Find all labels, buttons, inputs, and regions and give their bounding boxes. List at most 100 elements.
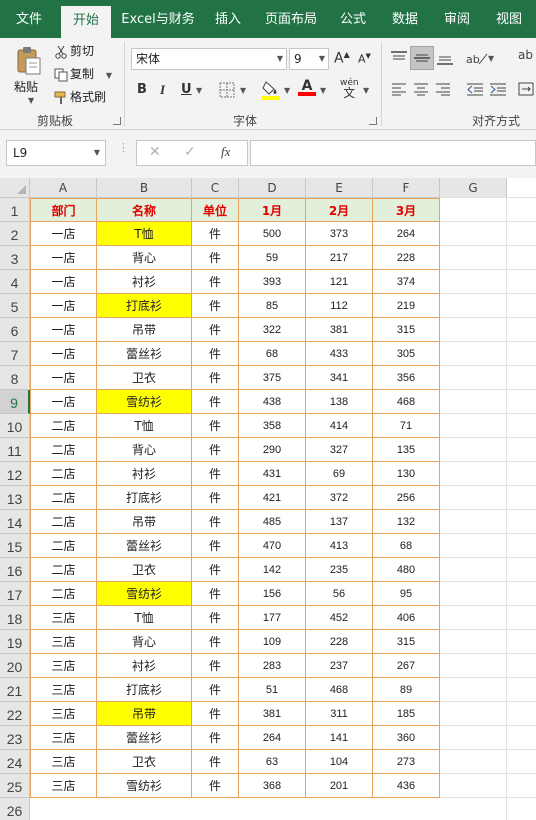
table-cell-m3[interactable]: 356 — [373, 366, 440, 390]
header-cell[interactable]: 名称 — [97, 198, 192, 222]
table-cell-unit[interactable]: 件 — [192, 678, 239, 702]
table-cell-name[interactable]: 衬衫 — [97, 462, 192, 486]
table-cell-m2[interactable]: 452 — [306, 606, 373, 630]
align-left-icon[interactable] — [391, 82, 407, 99]
table-cell-unit[interactable]: 件 — [192, 318, 239, 342]
table-cell-dept[interactable]: 一店 — [30, 222, 97, 246]
format-painter-button[interactable]: 格式刷 — [54, 88, 106, 106]
table-cell-dept[interactable]: 一店 — [30, 342, 97, 366]
table-cell-m2[interactable]: 69 — [306, 462, 373, 486]
table-cell-unit[interactable]: 件 — [192, 270, 239, 294]
table-cell-m3[interactable]: 219 — [373, 294, 440, 318]
table-cell-m3[interactable]: 71 — [373, 414, 440, 438]
table-cell-m1[interactable]: 59 — [239, 246, 306, 270]
table-cell-m2[interactable]: 201 — [306, 774, 373, 798]
align-center-icon[interactable] — [413, 82, 429, 99]
tab-page-layout[interactable]: 页面布局 — [256, 0, 326, 38]
table-cell-unit[interactable]: 件 — [192, 462, 239, 486]
row-header-25[interactable]: 25 — [0, 774, 30, 798]
align-right-icon[interactable] — [435, 82, 451, 99]
tab-file[interactable]: 文件 — [4, 0, 54, 38]
table-cell-m2[interactable]: 468 — [306, 678, 373, 702]
table-cell-unit[interactable]: 件 — [192, 342, 239, 366]
table-cell-m1[interactable]: 51 — [239, 678, 306, 702]
table-cell-name[interactable]: 打底衫 — [97, 678, 192, 702]
table-cell-m1[interactable]: 421 — [239, 486, 306, 510]
row-header-9[interactable]: 9 — [0, 390, 30, 414]
header-cell[interactable]: 部门 — [30, 198, 97, 222]
row-header-16[interactable]: 16 — [0, 558, 30, 582]
row-header-5[interactable]: 5 — [0, 294, 30, 318]
table-cell-name[interactable]: T恤 — [97, 606, 192, 630]
row-header-17[interactable]: 17 — [0, 582, 30, 606]
column-header-b[interactable]: B — [97, 178, 192, 198]
row-header-18[interactable]: 18 — [0, 606, 30, 630]
insert-function-icon[interactable]: fx — [221, 144, 230, 160]
name-box-dropdown-icon[interactable]: ▼ — [94, 141, 100, 165]
table-cell-dept[interactable]: 三店 — [30, 774, 97, 798]
table-cell-m2[interactable]: 56 — [306, 582, 373, 606]
decrease-indent-icon[interactable] — [466, 82, 484, 99]
table-cell-m3[interactable]: 480 — [373, 558, 440, 582]
table-cell-name[interactable]: 打底衫 — [97, 486, 192, 510]
header-cell[interactable]: 2月 — [306, 198, 373, 222]
table-cell-m3[interactable]: 267 — [373, 654, 440, 678]
table-cell-m2[interactable]: 138 — [306, 390, 373, 414]
row-header-3[interactable]: 3 — [0, 246, 30, 270]
table-cell-unit[interactable]: 件 — [192, 606, 239, 630]
table-cell-m2[interactable]: 217 — [306, 246, 373, 270]
table-cell-name[interactable]: T恤 — [97, 414, 192, 438]
table-cell-name[interactable]: T恤 — [97, 222, 192, 246]
table-cell-m1[interactable]: 431 — [239, 462, 306, 486]
table-cell-dept[interactable]: 三店 — [30, 630, 97, 654]
formula-input[interactable] — [250, 140, 536, 166]
table-cell-dept[interactable]: 二店 — [30, 534, 97, 558]
header-cell[interactable]: 3月 — [373, 198, 440, 222]
borders-dropdown-icon[interactable]: ▼ — [240, 86, 246, 95]
table-cell-m2[interactable]: 235 — [306, 558, 373, 582]
table-cell-unit[interactable]: 件 — [192, 486, 239, 510]
increase-indent-icon[interactable] — [489, 82, 507, 99]
table-cell-m3[interactable]: 360 — [373, 726, 440, 750]
table-cell-dept[interactable]: 二店 — [30, 438, 97, 462]
clipboard-launcher-icon[interactable] — [113, 117, 121, 125]
row-header-6[interactable]: 6 — [0, 318, 30, 342]
row-header-7[interactable]: 7 — [0, 342, 30, 366]
row-header-22[interactable]: 22 — [0, 702, 30, 726]
table-cell-name[interactable]: 背心 — [97, 438, 192, 462]
row-header-8[interactable]: 8 — [0, 366, 30, 390]
table-cell-m2[interactable]: 373 — [306, 222, 373, 246]
row-header-23[interactable]: 23 — [0, 726, 30, 750]
table-cell-m1[interactable]: 290 — [239, 438, 306, 462]
table-cell-m3[interactable]: 95 — [373, 582, 440, 606]
table-cell-unit[interactable]: 件 — [192, 222, 239, 246]
column-header-g[interactable]: G — [440, 178, 507, 198]
table-cell-m2[interactable]: 112 — [306, 294, 373, 318]
italic-button[interactable]: I — [160, 82, 165, 98]
table-cell-m2[interactable]: 372 — [306, 486, 373, 510]
table-cell-m3[interactable]: 135 — [373, 438, 440, 462]
table-cell-m1[interactable]: 375 — [239, 366, 306, 390]
row-header-20[interactable]: 20 — [0, 654, 30, 678]
table-cell-name[interactable]: 雪纺衫 — [97, 582, 192, 606]
table-cell-m3[interactable]: 315 — [373, 630, 440, 654]
table-cell-name[interactable]: 吊带 — [97, 702, 192, 726]
table-cell-unit[interactable]: 件 — [192, 294, 239, 318]
table-cell-name[interactable]: 蕾丝衫 — [97, 534, 192, 558]
table-cell-dept[interactable]: 二店 — [30, 486, 97, 510]
table-cell-m2[interactable]: 433 — [306, 342, 373, 366]
table-cell-name[interactable]: 背心 — [97, 630, 192, 654]
table-cell-m2[interactable]: 414 — [306, 414, 373, 438]
table-cell-m1[interactable]: 283 — [239, 654, 306, 678]
tab-formulas[interactable]: 公式 — [330, 0, 376, 38]
table-cell-m2[interactable]: 228 — [306, 630, 373, 654]
table-cell-m1[interactable]: 485 — [239, 510, 306, 534]
header-cell[interactable]: 1月 — [239, 198, 306, 222]
paste-dropdown-icon[interactable]: ▼ — [28, 96, 34, 105]
table-cell-unit[interactable]: 件 — [192, 534, 239, 558]
column-header-e[interactable]: E — [306, 178, 373, 198]
table-cell-m1[interactable]: 177 — [239, 606, 306, 630]
table-cell-m3[interactable]: 68 — [373, 534, 440, 558]
table-cell-name[interactable]: 背心 — [97, 246, 192, 270]
row-header-4[interactable]: 4 — [0, 270, 30, 294]
